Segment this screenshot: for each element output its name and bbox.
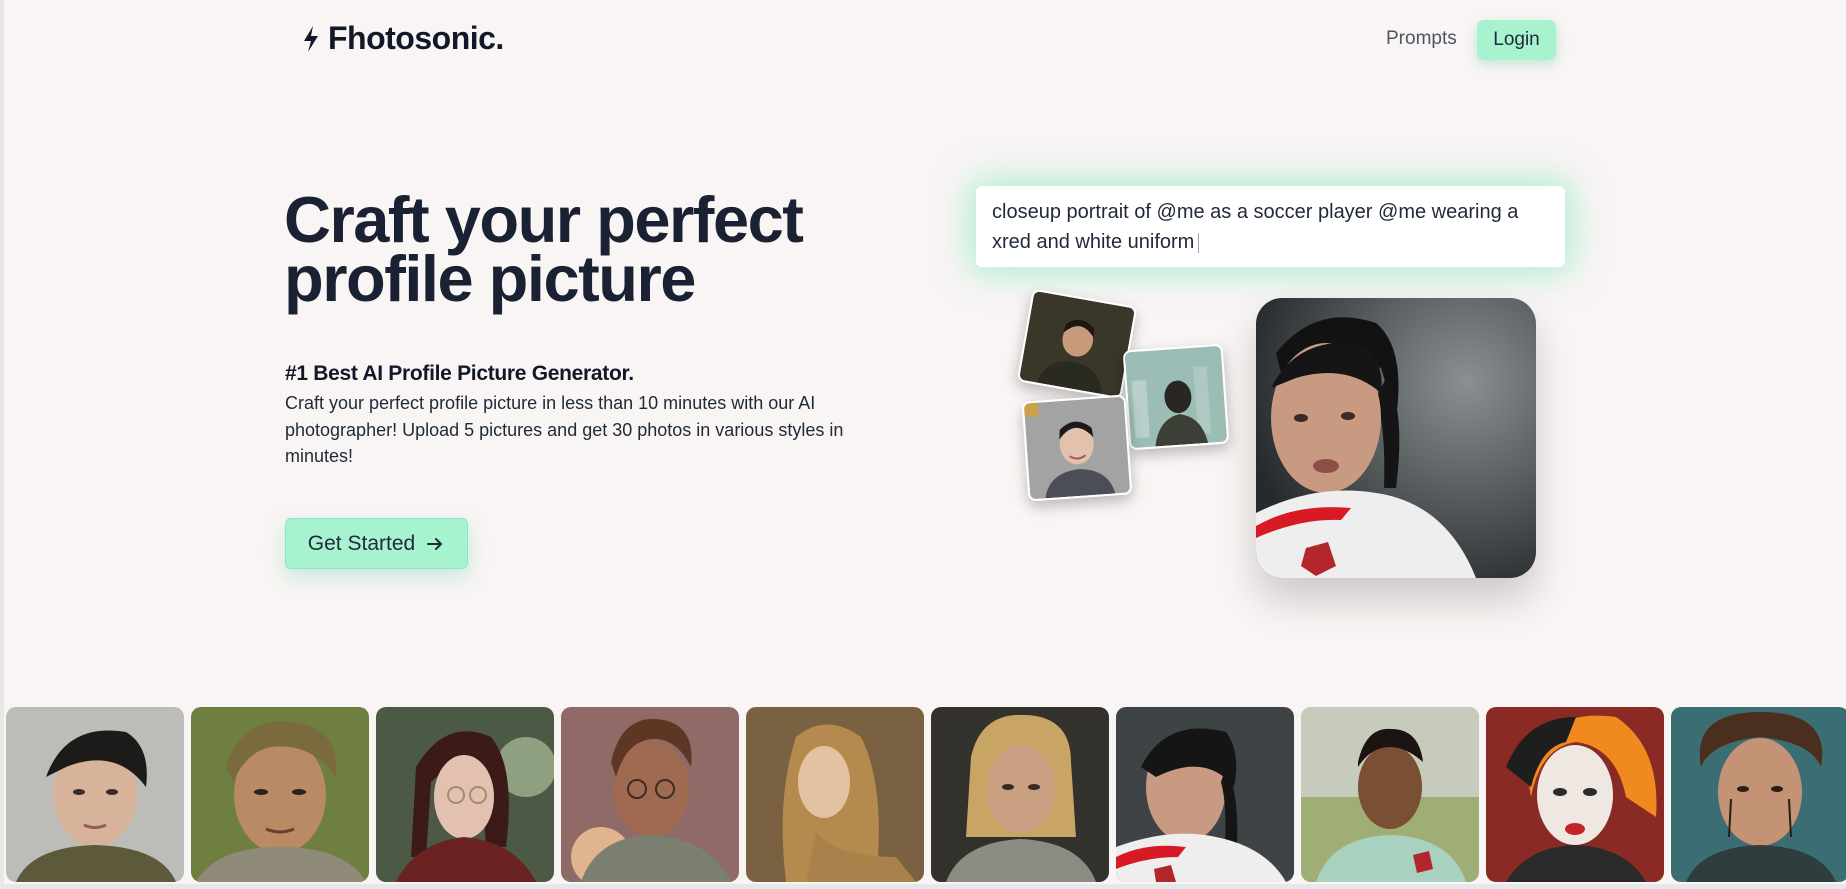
hero-title: Craft your perfect profile picture <box>284 183 804 315</box>
input-photo-thumbnail <box>1021 394 1133 502</box>
gallery-portrait <box>746 707 924 882</box>
gallery-portrait <box>1116 707 1294 882</box>
nav-link-prompts[interactable]: Prompts <box>1386 28 1457 50</box>
login-button[interactable]: Login <box>1477 20 1556 60</box>
get-started-button[interactable]: Get Started <box>285 518 468 569</box>
gallery-portrait <box>191 707 369 882</box>
arrow-right-icon <box>427 537 443 550</box>
generated-result-photo <box>1256 298 1536 578</box>
brand-name: Fhotosonic. <box>328 20 504 56</box>
gallery-portrait <box>1486 707 1664 882</box>
gallery-portrait <box>931 707 1109 882</box>
top-navbar: Fhotosonic. Prompts Login <box>0 0 1846 80</box>
gallery-portrait <box>561 707 739 882</box>
hero-subtitle: #1 Best AI Profile Picture Generator. <box>285 362 634 385</box>
portrait-gallery <box>6 707 1846 882</box>
prompt-demo-text: closeup portrait of @me as a soccer play… <box>992 201 1519 253</box>
input-photo-thumbnail <box>1016 288 1138 400</box>
gallery-portrait <box>6 707 184 882</box>
text-cursor <box>1198 232 1200 253</box>
gallery-portrait <box>1671 707 1846 882</box>
brand-logo[interactable]: Fhotosonic. <box>300 20 504 57</box>
left-edge-divider <box>0 0 4 889</box>
bolt-icon <box>304 25 318 52</box>
get-started-label: Get Started <box>307 531 416 555</box>
input-photo-thumbnail <box>1122 343 1230 451</box>
hero-description: Craft your perfect profile picture in le… <box>285 393 844 466</box>
gallery-portrait <box>376 707 554 882</box>
bottom-divider <box>0 884 1846 889</box>
gallery-portrait <box>1301 707 1479 882</box>
prompt-demo-box: closeup portrait of @me as a soccer play… <box>976 186 1565 267</box>
